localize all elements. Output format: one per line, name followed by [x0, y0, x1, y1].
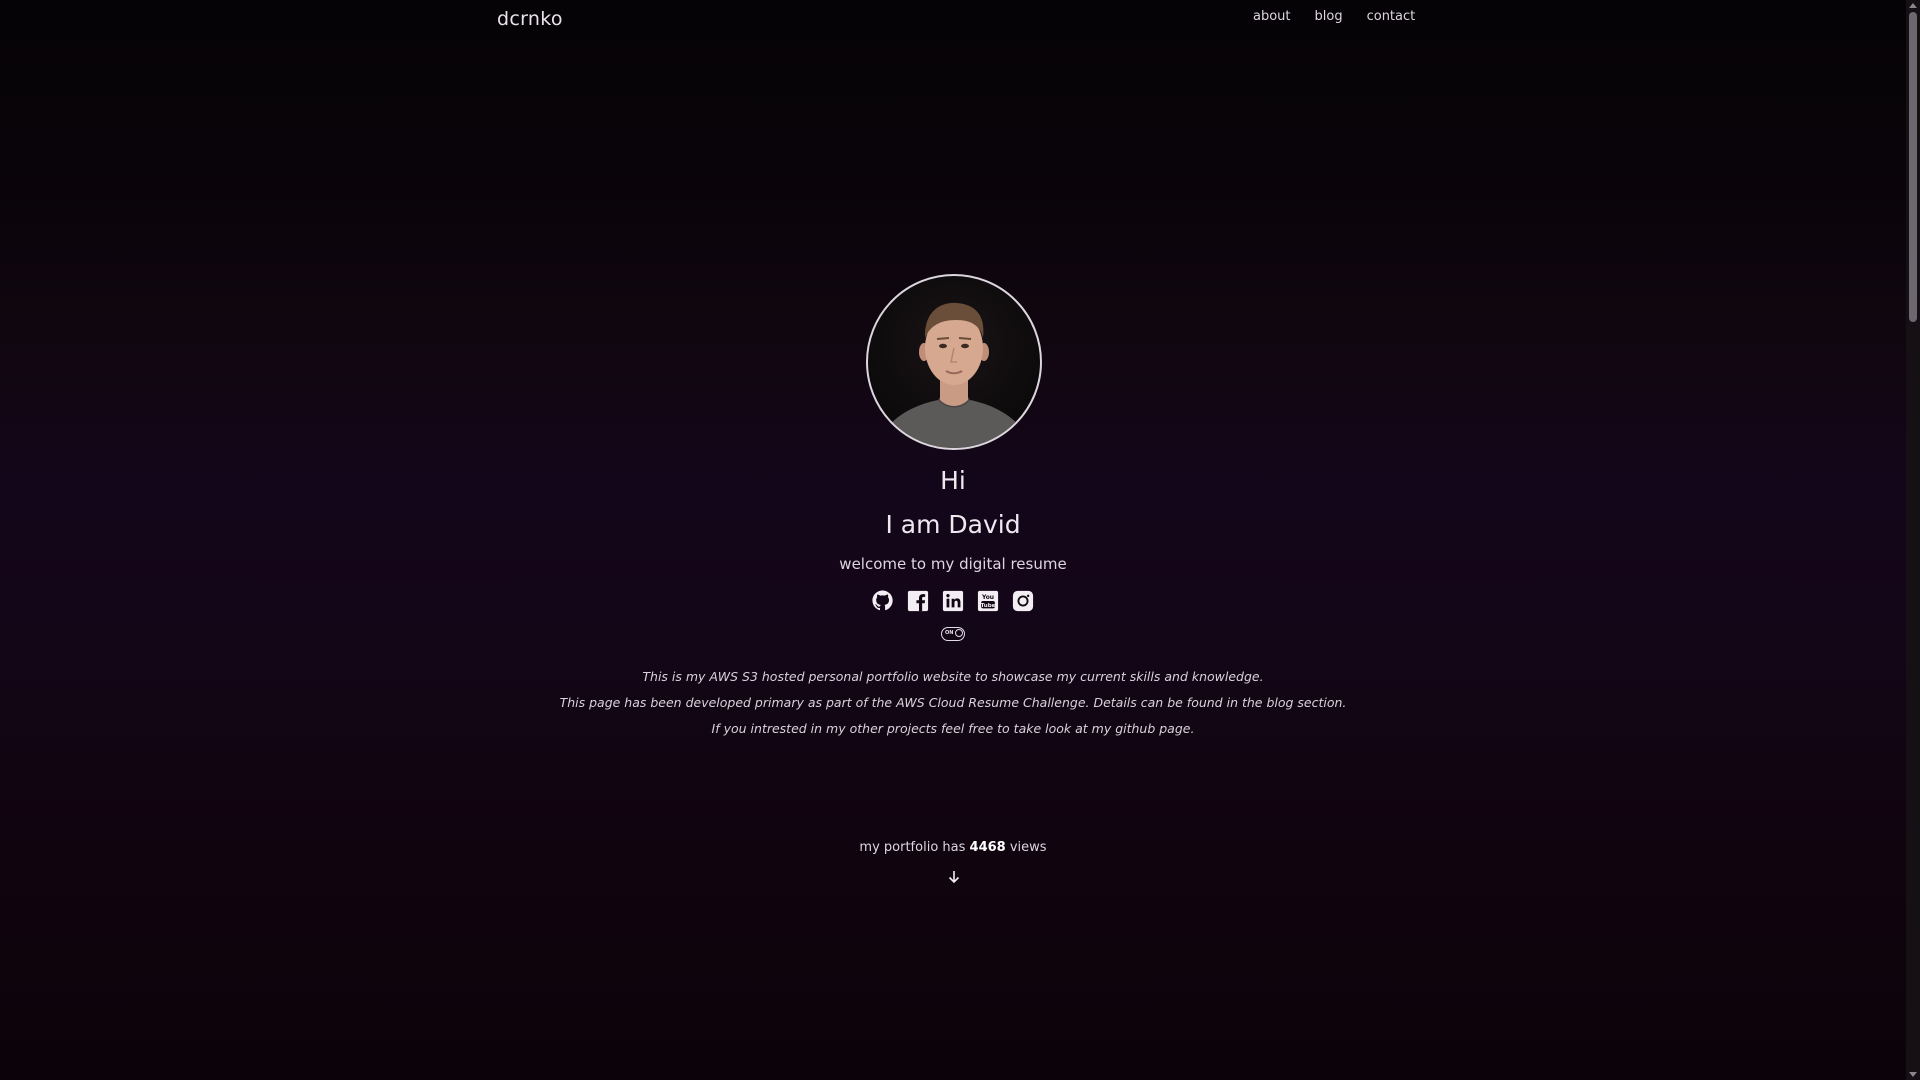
view-count: 4468 — [969, 840, 1006, 855]
description-line: If you intrested in my other projects fe… — [711, 721, 1195, 736]
greeting-heading: Hi — [940, 466, 966, 495]
vertical-scrollbar[interactable] — [1906, 0, 1920, 1080]
scrollbar-thumb[interactable] — [1909, 12, 1917, 322]
toggle-knob — [955, 629, 963, 637]
svg-text:Tube: Tube — [980, 602, 995, 608]
name-heading: I am David — [885, 510, 1021, 539]
social-links: You Tube — [871, 589, 1034, 612]
tagline: welcome to my digital resume — [839, 555, 1067, 573]
description-line: This page has been developed primary as … — [559, 695, 1347, 710]
portfolio-description: This is my AWS S3 hosted personal portfo… — [0, 664, 1906, 742]
facebook-icon[interactable] — [906, 589, 929, 612]
page: dcrnko about blog contact Hi I am David … — [0, 0, 1906, 1080]
instagram-icon[interactable] — [1011, 589, 1034, 612]
profile-portrait-illustration — [876, 302, 1032, 448]
view-counter-suffix: views — [1009, 840, 1047, 855]
scroll-down-arrow-icon[interactable] — [946, 869, 962, 885]
youtube-icon[interactable]: You Tube — [976, 589, 999, 612]
scroll-up-arrow-icon[interactable] — [1909, 3, 1917, 8]
nav-link-about[interactable]: about — [1253, 9, 1291, 24]
nav-links: about blog contact — [1253, 9, 1415, 24]
svg-text:You: You — [980, 594, 993, 601]
top-navbar: dcrnko about blog contact — [0, 0, 1906, 44]
brand-logo[interactable]: dcrnko — [497, 8, 563, 30]
view-counter: my portfolio has 4468 views — [0, 840, 1906, 855]
description-line: This is my AWS S3 hosted personal portfo… — [642, 669, 1264, 684]
github-icon[interactable] — [871, 589, 894, 612]
nav-link-contact[interactable]: contact — [1367, 9, 1416, 24]
profile-photo — [866, 274, 1042, 450]
theme-toggle-label: ON — [945, 630, 954, 636]
view-counter-prefix: my portfolio has — [859, 840, 966, 855]
theme-toggle[interactable]: ON — [941, 627, 965, 641]
nav-link-blog[interactable]: blog — [1315, 9, 1343, 24]
scroll-down-arrow-icon[interactable] — [1909, 1072, 1917, 1077]
linkedin-icon[interactable] — [941, 589, 964, 612]
